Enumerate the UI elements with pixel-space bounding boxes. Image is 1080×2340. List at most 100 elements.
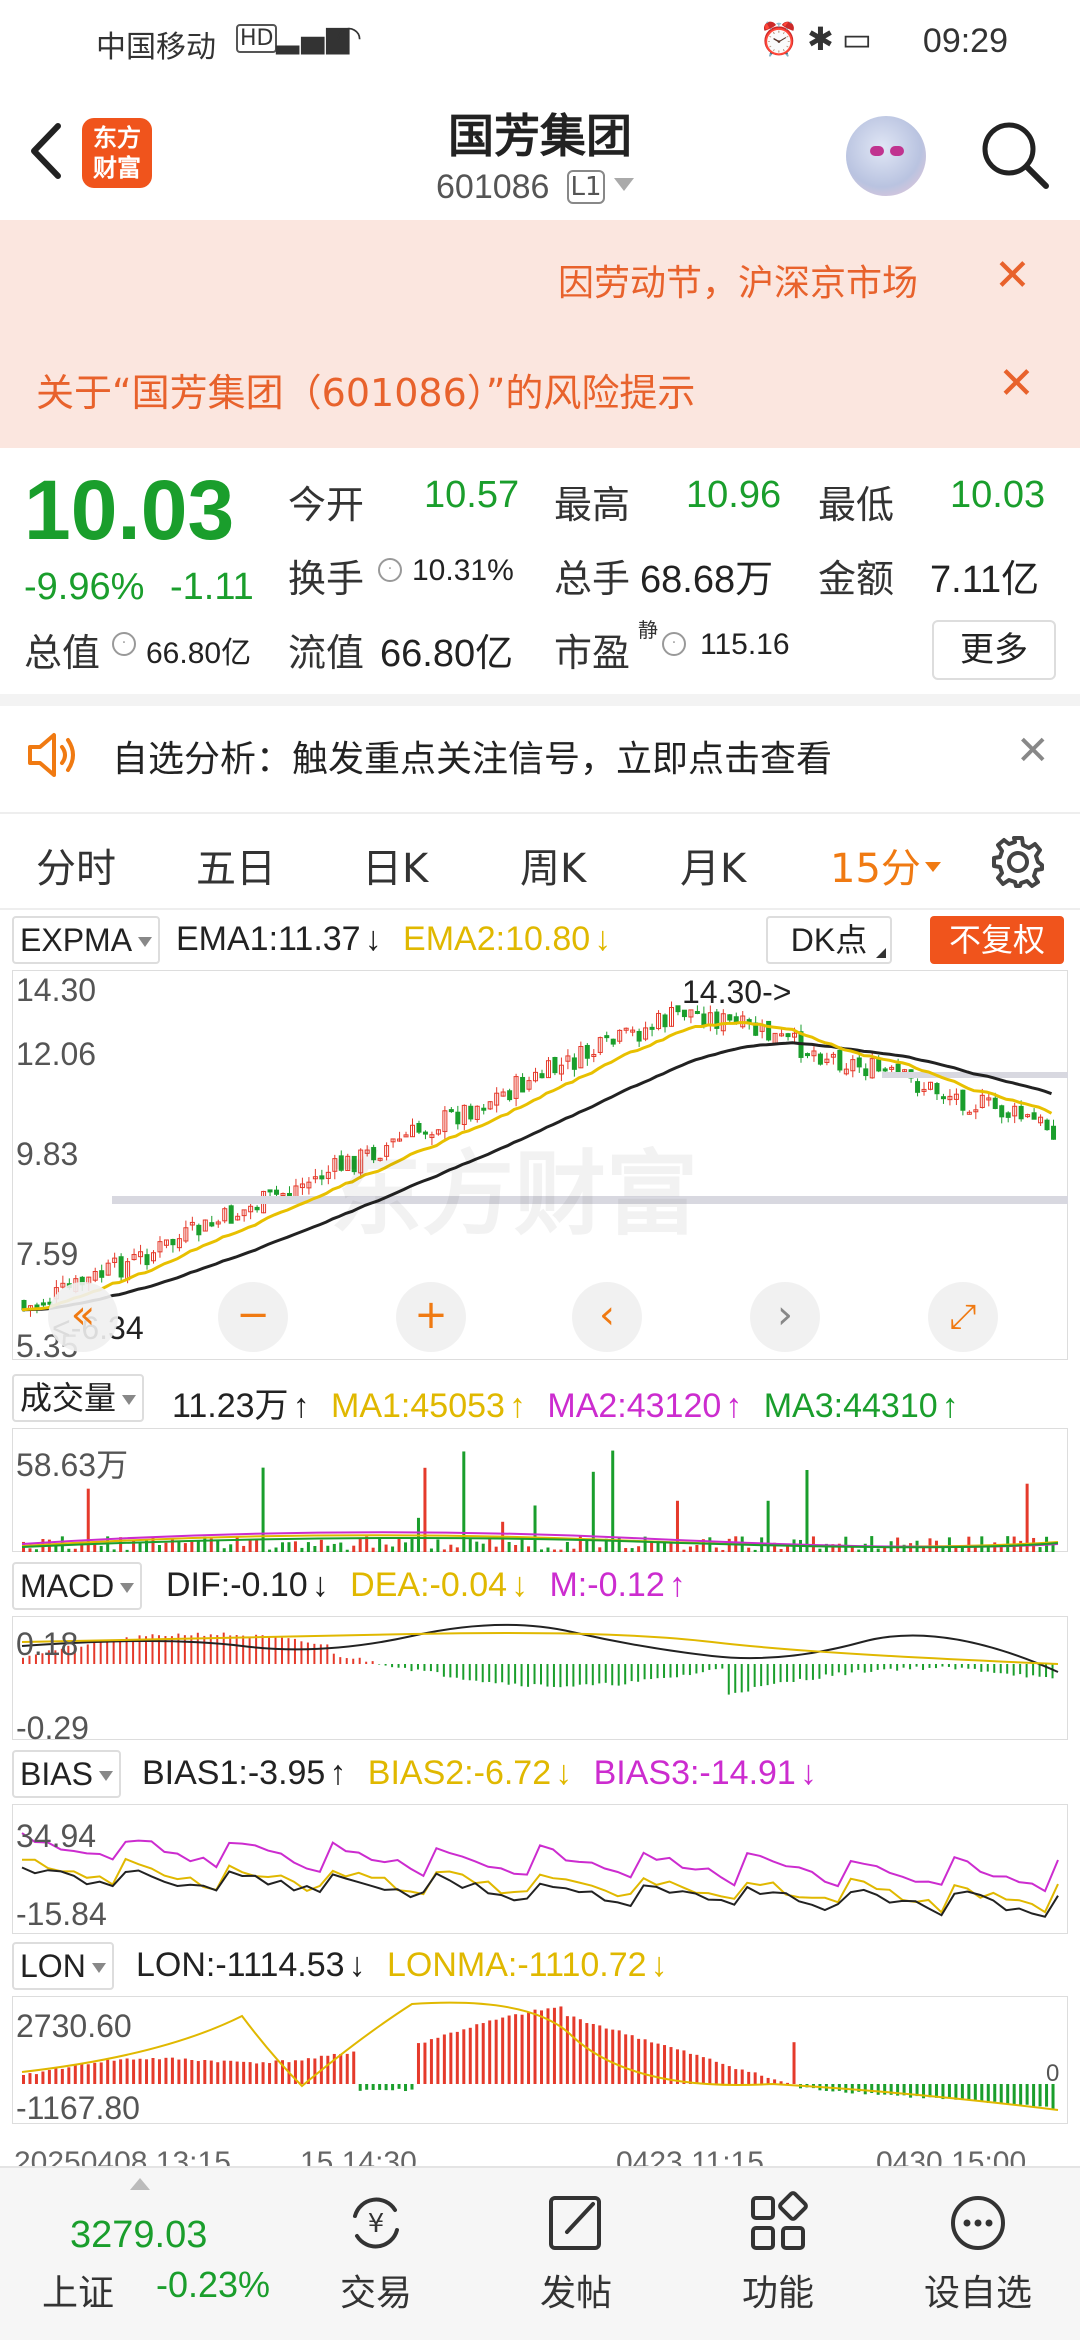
nav-function[interactable]: 功能 (708, 2188, 848, 2316)
lon-bar (624, 2034, 628, 2084)
more-button[interactable]: 更多 (932, 620, 1056, 680)
info-icon[interactable]: · (378, 558, 402, 582)
lon-bar (397, 2084, 401, 2089)
tab-daily-k[interactable]: 日K (362, 836, 428, 894)
candle (1044, 1119, 1050, 1131)
nav-trade[interactable]: ¥ 交易 (306, 2188, 446, 2316)
volume-bar (423, 1467, 427, 1552)
open-value: 10.57 (424, 474, 520, 516)
risk-notice[interactable]: 关于“国芳集团（601086）”的风险提示 (36, 362, 695, 417)
lon-bar (60, 2068, 64, 2084)
macd-chart[interactable] (12, 1616, 1068, 1740)
lon-bar (494, 2019, 498, 2084)
level-badge[interactable]: L1 (567, 170, 605, 204)
macd-bar (1012, 1664, 1015, 1676)
lon-bar (630, 2035, 634, 2084)
macd-bar (190, 1635, 193, 1664)
alert-bar[interactable]: 自选分析：触发重点关注信号，立即点击查看 ✕ (0, 700, 1080, 810)
indicator-select-bias[interactable]: BIAS (12, 1750, 121, 1798)
candle (539, 1073, 545, 1079)
up-arrow-icon: ↑ (941, 1387, 959, 1425)
search-icon[interactable] (976, 116, 1052, 192)
down-arrow-icon: ↓ (511, 1566, 529, 1604)
volume-bar (520, 1539, 524, 1552)
close-icon[interactable]: ✕ (994, 250, 1031, 301)
zoom-in-icon[interactable]: + (396, 1282, 466, 1352)
close-icon[interactable]: ✕ (998, 358, 1035, 409)
mktcap-label: 总值 (24, 631, 101, 675)
tab-five-day[interactable]: 五日 (196, 836, 276, 894)
scroll-far-left-icon[interactable]: « (48, 1282, 118, 1352)
lon-bar (643, 2039, 647, 2084)
tab-15min[interactable]: 15分 (830, 836, 941, 894)
index-name[interactable]: 上证 (42, 2264, 114, 2316)
pe-value: 115.16 (700, 628, 790, 661)
volume-bar (404, 1542, 408, 1552)
macd-bar (714, 1664, 717, 1670)
lon-bar (863, 2084, 867, 2095)
candle (934, 1083, 940, 1095)
indicator-select-macd[interactable]: MACD (12, 1562, 143, 1610)
dk-point-button[interactable]: DK点 (766, 916, 892, 964)
volume-bar (455, 1547, 459, 1552)
indicator-select-expma[interactable]: EXPMA (12, 916, 161, 964)
macd-bar (358, 1657, 361, 1664)
code-dropdown-icon[interactable] (614, 178, 634, 191)
alert-text[interactable]: 自选分析：触发重点关注信号，立即点击查看 (112, 730, 832, 782)
index-change[interactable]: -0.23% (156, 2264, 270, 2306)
lon-bar (300, 2060, 304, 2084)
macd-bar (973, 1664, 976, 1669)
macd-bar (980, 1664, 983, 1672)
volume-bar (138, 1542, 142, 1552)
scroll-right-icon[interactable]: › (750, 1282, 820, 1352)
candle (785, 1033, 791, 1038)
volume-bar (397, 1538, 401, 1552)
no-adjust-button[interactable]: 不复权 (930, 916, 1064, 964)
info-icon[interactable]: · (662, 632, 686, 656)
lon-bar (993, 2084, 997, 2102)
lon-bar (578, 2019, 582, 2084)
tab-intraday[interactable]: 分时 (36, 836, 116, 894)
nav-post[interactable]: 发帖 (506, 2188, 646, 2316)
volume-bar (125, 1549, 129, 1552)
macd-bar (773, 1664, 776, 1684)
lon-bar (410, 2084, 414, 2090)
bias-chart[interactable] (12, 1804, 1068, 1934)
up-arrow-icon: ↑ (508, 1387, 526, 1425)
indicator-select-volume[interactable]: 成交量 (12, 1374, 145, 1422)
lon-bar (352, 2051, 356, 2084)
tab-monthly-k[interactable]: 月K (680, 836, 746, 894)
volume-chart[interactable] (12, 1428, 1068, 1552)
lon-bar (766, 2077, 770, 2084)
bias1-value: BIAS1:-3.95 (142, 1754, 326, 1792)
volume-bar (947, 1537, 951, 1552)
macd-bar (132, 1639, 135, 1664)
volume-bar (255, 1539, 259, 1552)
lon-bar (229, 2060, 233, 2084)
lon-bar (442, 2034, 446, 2084)
lon-values: LON:-1114.53 ↓ LONMA:-1110.72 ↓ (136, 1946, 680, 1985)
macd-bar (624, 1664, 627, 1685)
nav-watchlist[interactable]: 设自选 (908, 2188, 1048, 2316)
index-value[interactable]: 3279.03 (70, 2214, 207, 2257)
assistant-avatar[interactable] (846, 116, 926, 196)
gear-icon[interactable] (990, 834, 1046, 890)
volume-bar (80, 1544, 84, 1552)
holiday-notice[interactable]: 因劳动节，沪深京市场 (558, 254, 958, 306)
lon-chart[interactable] (12, 1996, 1068, 2124)
info-icon[interactable]: · (112, 632, 136, 656)
candle (254, 1206, 260, 1211)
lon-bar (67, 2067, 71, 2084)
macd-bar (837, 1664, 840, 1673)
zoom-out-icon[interactable]: − (218, 1282, 288, 1352)
fullscreen-icon[interactable]: ⤢ (928, 1282, 998, 1352)
tab-weekly-k[interactable]: 周K (520, 836, 586, 894)
lon-bar (455, 2031, 459, 2084)
candle (170, 1238, 176, 1246)
close-icon[interactable]: ✕ (1016, 728, 1050, 774)
lon-bar (488, 2020, 492, 2084)
indicator-select-lon[interactable]: LON (12, 1942, 114, 1990)
lon-bar (727, 2066, 731, 2084)
scroll-left-icon[interactable]: ‹ (572, 1282, 642, 1352)
expand-up-icon[interactable] (130, 2178, 150, 2190)
